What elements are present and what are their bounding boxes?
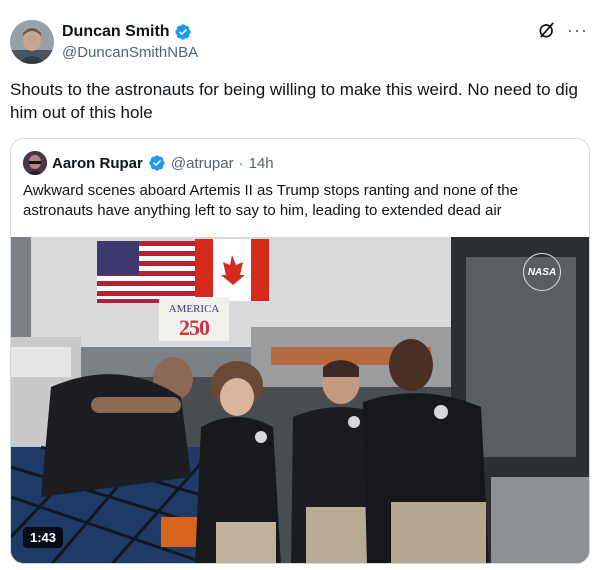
tweet: Duncan Smith @DuncanSmithNBA ··· Shouts … xyxy=(0,0,600,570)
tweet-text: Shouts to the astronauts for being willi… xyxy=(10,80,578,122)
nasa-logo: NASA xyxy=(523,253,561,291)
verified-badge-icon xyxy=(174,23,192,41)
author-handle[interactable]: @DuncanSmithNBA xyxy=(62,44,198,61)
quoted-timestamp[interactable]: 14h xyxy=(249,155,274,172)
video-duration-badge: 1:43 xyxy=(23,527,64,548)
video-frame xyxy=(11,237,589,563)
america-250-banner-text: AMERICA xyxy=(168,303,220,315)
author-info: Duncan Smith @DuncanSmithNBA xyxy=(62,22,198,61)
america-250-banner-number: 250 xyxy=(179,315,210,340)
more-options-icon[interactable]: ··· xyxy=(567,21,588,39)
tweet-top-actions: ··· xyxy=(537,20,588,40)
quoted-tweet[interactable]: Aaron Rupar @atrupar · 14h Awkward scene… xyxy=(10,138,590,564)
quoted-author-display-name[interactable]: Aaron Rupar xyxy=(52,155,143,172)
quoted-author-handle[interactable]: @atrupar xyxy=(171,155,234,172)
quoted-author-avatar[interactable] xyxy=(23,151,47,175)
video-player[interactable]: AMERICA 250 NASA 1:43 xyxy=(11,237,589,563)
author-avatar[interactable] xyxy=(10,20,54,64)
grok-icon[interactable] xyxy=(537,20,557,40)
quoted-verified-badge-icon xyxy=(148,154,166,172)
quoted-separator: · xyxy=(238,154,244,172)
quoted-tweet-text: Awkward scenes aboard Artemis II as Trum… xyxy=(23,182,518,219)
author-display-name[interactable]: Duncan Smith xyxy=(62,23,170,41)
quoted-tweet-header: Aaron Rupar @atrupar · 14h xyxy=(23,151,274,175)
